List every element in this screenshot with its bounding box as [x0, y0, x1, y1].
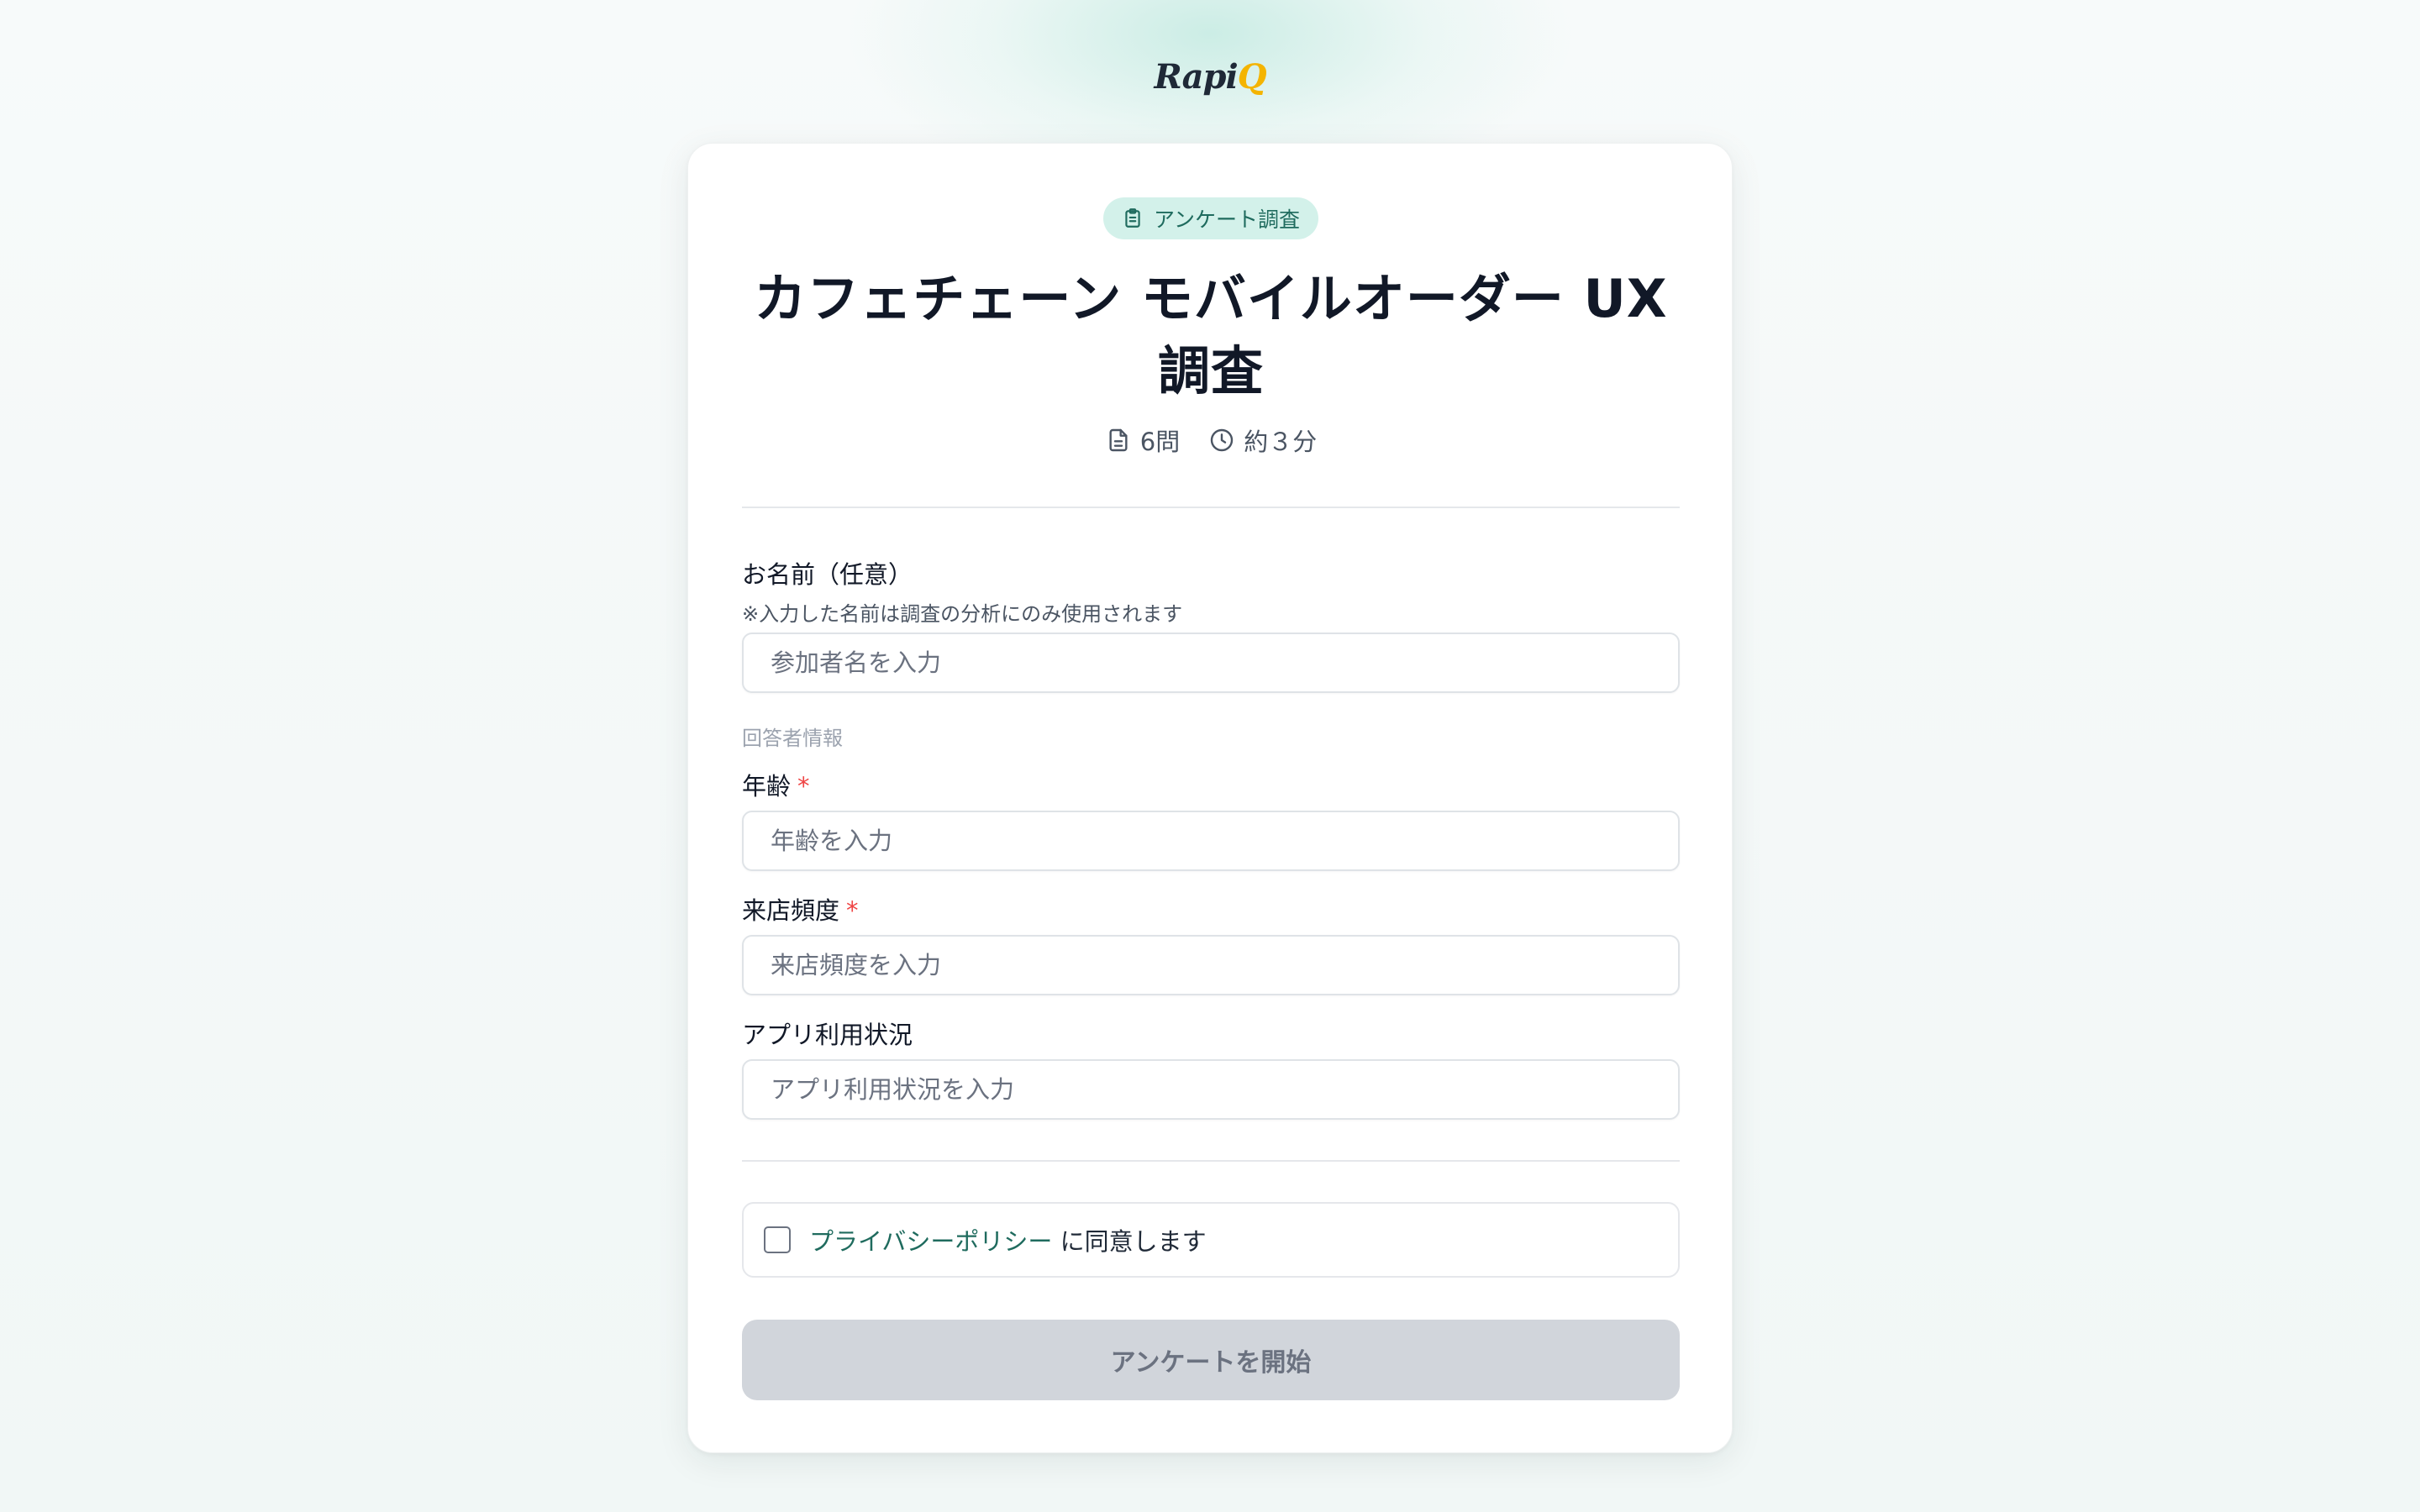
consent-label: プライバシーポリシー に同意します — [809, 1222, 1207, 1257]
survey-meta: 6問 約３分 — [742, 423, 1680, 458]
name-label: お名前（任意） — [742, 560, 913, 589]
required-mark: * — [846, 896, 859, 925]
visit-frequency-input[interactable] — [742, 935, 1680, 995]
survey-card: アンケート調査 カフェチェーン モバイルオーダー UX 調査 6問 約３分 お名… — [687, 143, 1733, 1453]
survey-title: カフェチェーン モバイルオーダー UX 調査 — [754, 268, 1668, 402]
name-hint: ※入力した名前は調査の分析にのみ使用されます — [742, 602, 1183, 626]
clipboard-icon — [1125, 208, 1140, 228]
respondent-info-label: 回答者情報 — [742, 727, 843, 750]
page: RapiQ アンケート調査 カフェチェーン モバイルオーダー UX 調査 6問 … — [0, 0, 2420, 1512]
question-count: 6問 — [1105, 423, 1180, 458]
name-input[interactable] — [742, 633, 1680, 693]
age-input[interactable] — [742, 811, 1680, 871]
document-icon — [1109, 428, 1128, 452]
question-count-text: 6問 — [1139, 428, 1181, 456]
app-usage-label: アプリ利用状況 — [742, 1021, 913, 1049]
header-divider — [742, 507, 1680, 508]
privacy-policy-link[interactable]: プライバシーポリシー — [809, 1227, 1052, 1256]
start-survey-button[interactable]: アンケートを開始 — [742, 1320, 1680, 1400]
privacy-consent[interactable]: プライバシーポリシー に同意します — [742, 1202, 1680, 1278]
consent-text: に同意します — [1060, 1227, 1207, 1256]
duration-text: 約３分 — [1244, 428, 1318, 456]
duration: 約３分 — [1208, 423, 1317, 458]
survey-type-badge: アンケート調査 — [1103, 197, 1318, 239]
rapiq-logo: RapiQ — [1154, 54, 1266, 99]
badge-label: アンケート調査 — [1153, 207, 1300, 232]
app-usage-input[interactable] — [742, 1059, 1680, 1120]
form-divider — [742, 1160, 1680, 1162]
consent-checkbox[interactable] — [764, 1226, 791, 1253]
clock-icon — [1211, 428, 1234, 452]
required-mark: * — [797, 772, 810, 801]
age-label: 年齢 * — [742, 772, 810, 801]
visit-frequency-label: 来店頻度 * — [742, 896, 859, 925]
logo-text: RapiQ — [1154, 56, 1266, 97]
